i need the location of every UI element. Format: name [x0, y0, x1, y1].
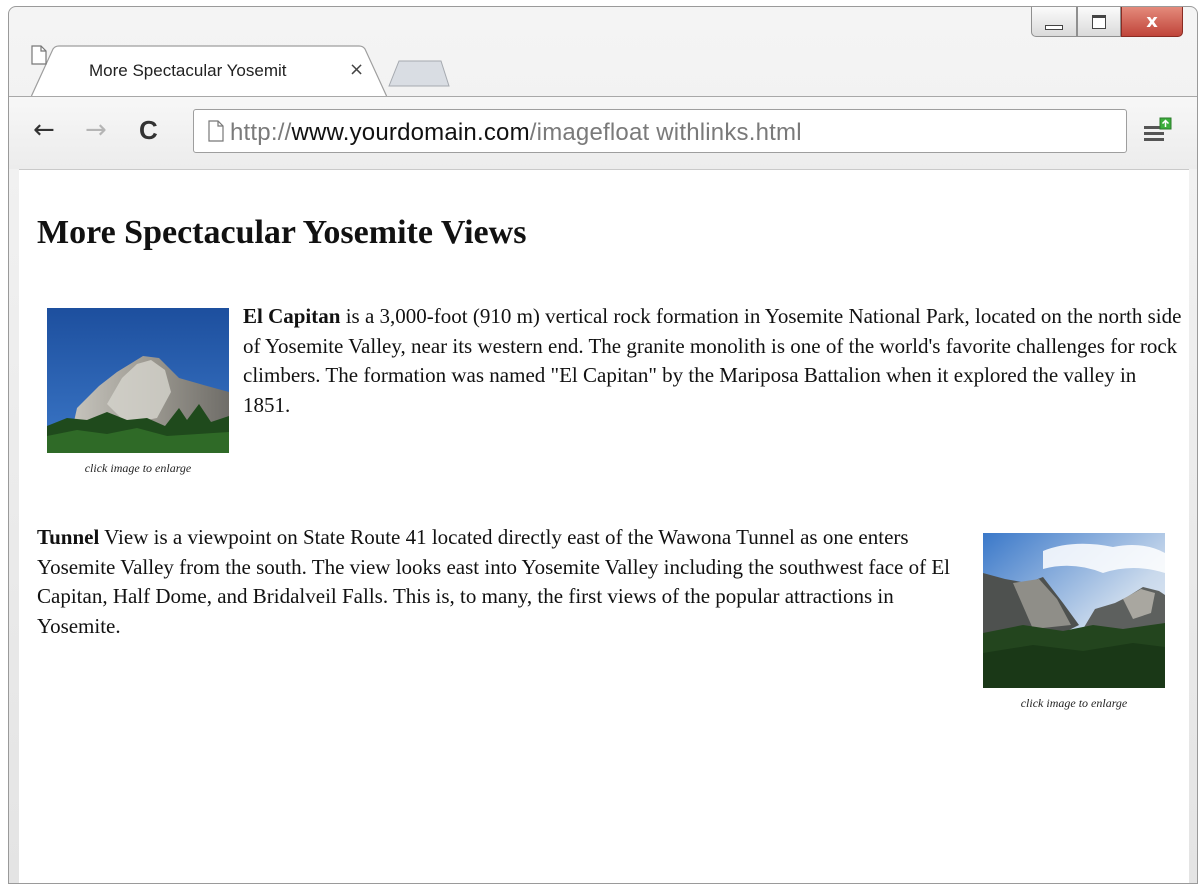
maximize-icon: [1092, 14, 1106, 29]
forward-arrow-icon[interactable]: →: [85, 115, 107, 145]
figure-caption: click image to enlarge: [84, 461, 192, 475]
tab-close-icon[interactable]: ×: [349, 59, 364, 80]
paragraph-bold-term: El Capitan: [243, 304, 341, 328]
minimize-icon: [1045, 25, 1063, 30]
tunnel-view-photo[interactable]: [983, 533, 1165, 688]
tab-title: More Spectacular Yosemit: [89, 61, 287, 80]
tunnel-view-figure[interactable]: click image to enlarge: [983, 533, 1165, 711]
paragraph-bold-term: Tunnel: [37, 525, 100, 549]
toolbar: ← → C http://www.yourdomain.com/imageflo…: [9, 96, 1197, 169]
el-capitan-paragraph: El Capitan is a 3,000-foot (910 m) verti…: [243, 302, 1183, 420]
window-caption-buttons: x: [1031, 7, 1183, 37]
el-capitan-photo[interactable]: [47, 308, 229, 453]
maximize-button[interactable]: [1077, 7, 1121, 37]
menu-icon[interactable]: [1143, 117, 1173, 145]
page-icon: [208, 120, 224, 142]
tunnel-view-paragraph: Tunnel View is a viewpoint on State Rout…: [37, 523, 977, 641]
page-icon: [31, 45, 47, 65]
url-path: /imagefloat withlinks.html: [529, 119, 802, 146]
url-host: www.yourdomain.com: [291, 119, 530, 146]
page-content: More Spectacular Yosemite Views click im…: [19, 169, 1189, 883]
back-arrow-icon[interactable]: ←: [33, 115, 55, 145]
el-capitan-figure[interactable]: click image to enlarge: [47, 308, 229, 476]
url-text: http://www.yourdomain.com/imagefloat wit…: [230, 119, 802, 147]
new-tab-button[interactable]: [387, 59, 451, 87]
minimize-button[interactable]: [1031, 7, 1077, 37]
close-icon: x: [1146, 10, 1158, 32]
paragraph-text: is a 3,000-foot (910 m) vertical rock fo…: [243, 304, 1182, 417]
close-window-button[interactable]: x: [1121, 7, 1183, 37]
figure-caption: click image to enlarge: [1020, 696, 1128, 710]
tab-active[interactable]: More Spectacular Yosemit ×: [31, 45, 387, 97]
browser-window: x More Spectacular Yosemit × ← → C http:…: [8, 6, 1198, 884]
page-title: More Spectacular Yosemite Views: [37, 214, 527, 251]
reload-icon[interactable]: C: [139, 115, 158, 145]
url-scheme: http://: [230, 119, 292, 146]
paragraph-text: View is a viewpoint on State Route 41 lo…: [37, 525, 951, 638]
address-bar[interactable]: http://www.yourdomain.com/imagefloat wit…: [193, 109, 1127, 153]
